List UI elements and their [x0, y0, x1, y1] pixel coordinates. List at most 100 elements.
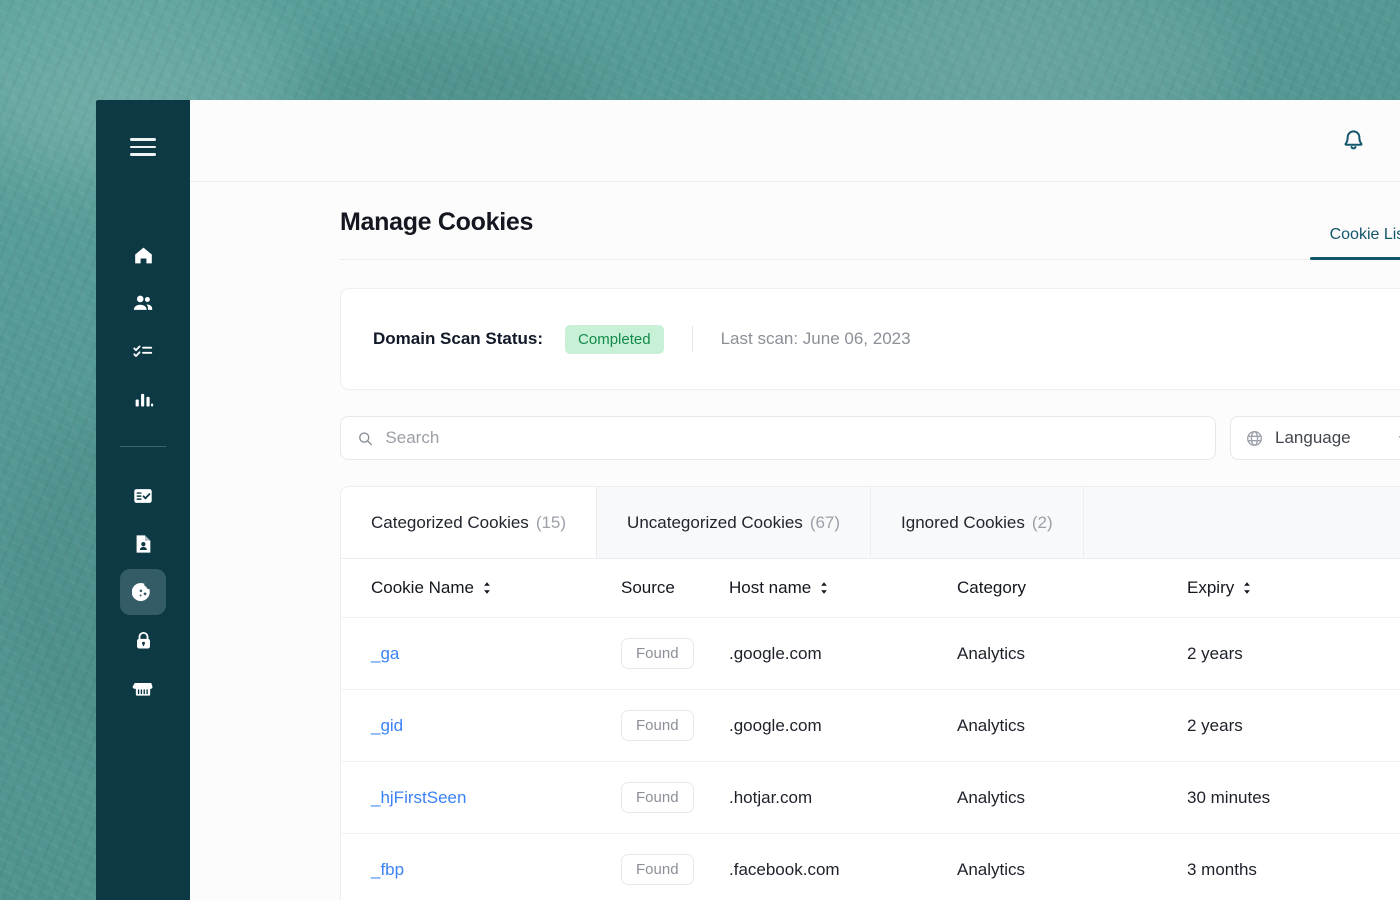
sidebar-item-marketplace[interactable] [120, 665, 166, 711]
cell-expiry: 30 minutes [1187, 761, 1400, 834]
cookie-name-link[interactable]: _ga [371, 644, 399, 663]
cell-category: Analytics [957, 761, 1187, 834]
column-label-category: Category [957, 578, 1026, 597]
scan-status-label: Domain Scan Status: [373, 329, 544, 348]
people-icon [133, 295, 153, 310]
tab-ignored-count: (2) [1031, 512, 1053, 532]
table-header-row: Cookie Name Source Host name Category Ex… [341, 559, 1400, 618]
column-header-cookie-name[interactable]: Cookie Name [341, 559, 621, 618]
sort-arrows-icon [821, 582, 828, 594]
sidebar-primary-group [96, 232, 190, 424]
search-box[interactable] [340, 416, 1216, 460]
main-content-area: E enzu Swit Manage Cookies Cookie List P… [190, 100, 1400, 900]
lock-icon [136, 631, 150, 649]
cookie-name-link[interactable]: _fbp [371, 860, 404, 879]
cell-expiry: 3 months [1187, 833, 1400, 900]
document-person-icon [136, 535, 151, 553]
table-row[interactable]: _gid Found .google.com Analytics 2 years… [341, 689, 1400, 762]
page-title: Manage Cookies [340, 208, 534, 236]
table-row[interactable]: _ga Found .google.com Analytics 2 years … [341, 617, 1400, 690]
sidebar-item-security[interactable] [120, 617, 166, 663]
notifications-button[interactable] [1331, 119, 1375, 163]
cookie-table: Cookie Name Source Host name Category Ex… [341, 559, 1400, 900]
cell-host-name: .google.com [729, 689, 957, 762]
notification-bell-icon [1344, 130, 1363, 150]
cookie-icon [131, 582, 150, 601]
search-icon [359, 431, 373, 445]
last-scan-text: Last scan: June 06, 2023 [720, 329, 911, 348]
cookie-name-link[interactable]: _gid [371, 716, 403, 735]
tab-uncategorized-count: (67) [809, 512, 841, 532]
column-label-source: Source [621, 578, 675, 597]
cell-expiry: 2 years [1187, 689, 1400, 762]
top-bar: E enzu Swit [190, 100, 1400, 182]
cookie-table-head: Cookie Name Source Host name Category Ex… [341, 559, 1400, 618]
tab-uncategorized-label: Uncategorized Cookies [627, 512, 803, 532]
desktop-background: E enzu Swit Manage Cookies Cookie List P… [0, 0, 1400, 900]
sidebar-item-analytics[interactable] [120, 376, 166, 422]
domain-scan-status-card: Domain Scan Status: Completed Last scan:… [340, 288, 1400, 390]
column-label-cookie-name: Cookie Name [371, 578, 474, 597]
status-badge: Completed [565, 324, 664, 354]
filter-toolbar: Language [340, 416, 1400, 460]
cell-host-name: .google.com [729, 617, 957, 690]
sidebar-item-tasks[interactable] [120, 328, 166, 374]
cell-host-name: .hotjar.com [729, 761, 957, 834]
page-content: Domain Scan Status: Completed Last scan:… [190, 260, 1400, 900]
sidebar-item-data-subject-requests[interactable] [120, 521, 166, 567]
column-header-host-name[interactable]: Host name [729, 559, 957, 618]
tab-ignored-label: Ignored Cookies [901, 512, 1025, 532]
table-row[interactable]: _fbp Found .facebook.com Analytics 3 mon… [341, 833, 1400, 900]
globe-icon [1247, 430, 1262, 446]
cell-cookie-name: _ga [341, 617, 621, 690]
column-label-host-name: Host name [729, 578, 812, 597]
table-row[interactable]: _hjFirstSeen Found .hotjar.com Analytics… [341, 761, 1400, 834]
source-badge: Found [621, 638, 694, 669]
source-badge: Found [621, 710, 694, 741]
column-header-source: Source [621, 559, 729, 618]
sidebar-item-consent-records[interactable] [120, 473, 166, 519]
tab-categorized-label: Categorized Cookies [371, 512, 529, 532]
cell-category: Analytics [957, 833, 1187, 900]
tab-ignored-cookies[interactable]: Ignored Cookies (2) [871, 487, 1084, 558]
sidebar-item-users[interactable] [120, 280, 166, 326]
tab-bar-spacer [1083, 487, 1400, 558]
page-header: Manage Cookies Cookie List Prefe [190, 182, 1400, 260]
cookie-table-card: Categorized Cookies (15) Uncategorized C… [340, 486, 1400, 900]
sidebar-item-home[interactable] [120, 232, 166, 278]
cell-host-name: .facebook.com [729, 833, 957, 900]
checklist-icon [133, 345, 153, 357]
cookie-category-tab-bar: Categorized Cookies (15) Uncategorized C… [341, 487, 1400, 559]
cell-source: Found [621, 833, 729, 900]
cell-category: Analytics [957, 617, 1187, 690]
sidebar-item-cookies[interactable] [120, 569, 166, 615]
cookie-table-body: _ga Found .google.com Analytics 2 years … [341, 617, 1400, 900]
cell-expiry: 2 years [1187, 617, 1400, 690]
language-select-label: Language [1275, 428, 1351, 447]
clipboard-check-icon [134, 489, 152, 503]
tab-categorized-cookies[interactable]: Categorized Cookies (15) [341, 487, 598, 558]
search-input[interactable] [385, 428, 1199, 448]
status-divider [691, 326, 693, 352]
hamburger-menu-icon[interactable] [130, 138, 156, 156]
page-header-row: Manage Cookies Cookie List Prefe [340, 208, 1400, 260]
source-badge: Found [621, 782, 694, 813]
page-tab-bar: Cookie List Prefe [1302, 226, 1400, 260]
chevron-down-icon [1398, 435, 1400, 438]
application-window: E enzu Swit Manage Cookies Cookie List P… [96, 100, 1400, 900]
cell-source: Found [621, 761, 729, 834]
tab-cookie-list[interactable]: Cookie List [1302, 226, 1400, 260]
source-badge: Found [621, 854, 694, 885]
home-icon [134, 247, 152, 263]
cell-cookie-name: _gid [341, 689, 621, 762]
language-select[interactable]: Language [1230, 416, 1400, 460]
cell-cookie-name: _hjFirstSeen [341, 761, 621, 834]
tab-categorized-count: (15) [535, 512, 567, 532]
cookie-name-link[interactable]: _hjFirstSeen [371, 788, 466, 807]
bar-chart-icon [135, 393, 153, 406]
cell-source: Found [621, 617, 729, 690]
tab-uncategorized-cookies[interactable]: Uncategorized Cookies (67) [597, 487, 872, 558]
column-header-expiry[interactable]: Expiry [1187, 559, 1400, 618]
storefront-icon [132, 683, 153, 696]
cell-cookie-name: _fbp [341, 833, 621, 900]
